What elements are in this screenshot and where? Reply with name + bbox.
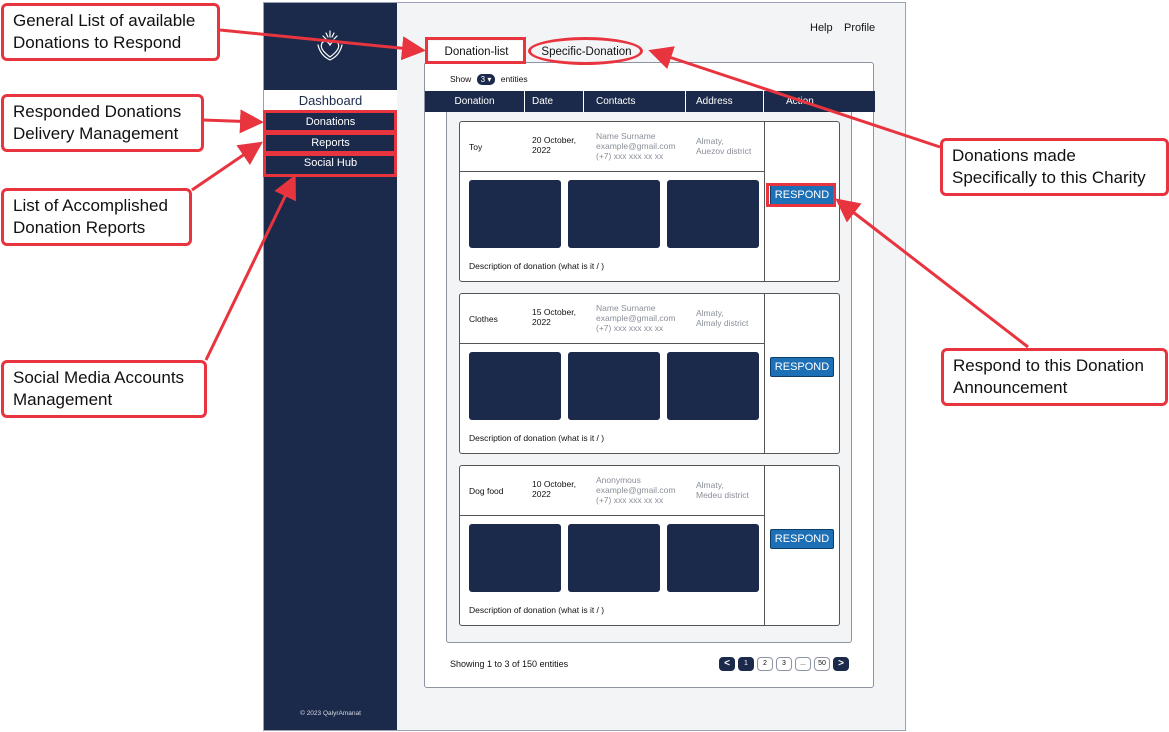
column-header-address: Address	[686, 91, 764, 112]
showing-entities-text: Showing 1 to 3 of 150 entities	[450, 659, 569, 669]
respond-button[interactable]: RESPOND	[770, 357, 834, 377]
card-divider	[764, 122, 765, 281]
pagination-page-2[interactable]: 2	[757, 657, 773, 671]
show-label: Show	[450, 74, 472, 84]
sidebar-item-reports[interactable]: Reports	[264, 133, 397, 153]
profile-link[interactable]: Profile	[844, 22, 875, 34]
table-row: Dog food 10 October, 2022 Anonymous exampl…	[459, 465, 840, 626]
table-row: Clothes 15 October, 2022 Name Surname exam…	[459, 293, 840, 454]
copyright-text: © 2023 QalyrAmanat	[300, 710, 361, 717]
tab-donation-list[interactable]: Donation-list	[430, 41, 523, 63]
sidebar: Dashboard Donations Reports Social Hub ©…	[264, 3, 397, 730]
donation-name: Clothes	[469, 314, 498, 324]
annotation-respond: Respond to this Donation Announcement	[941, 348, 1168, 406]
entities-selector-row: Show 3 ▾ entities	[450, 74, 528, 86]
donation-photo[interactable]	[667, 352, 759, 420]
annotation-specific-donation: Donations made Specifically to this Chari…	[940, 138, 1169, 196]
donations-panel: Show 3 ▾ entities Donation Date Contacts…	[424, 62, 875, 688]
donation-photo[interactable]	[568, 524, 660, 592]
donation-address: Almaty, Almaly district	[696, 308, 749, 328]
sidebar-dashboard[interactable]: Dashboard	[264, 90, 397, 111]
annotation-reports: List of Accomplished Donation Reports	[1, 188, 192, 246]
donation-photo[interactable]	[568, 352, 660, 420]
donation-date: 10 October, 2022	[532, 479, 576, 499]
donation-date: 15 October, 2022	[532, 307, 576, 327]
donation-description: Description of donation (what is it / )	[469, 261, 605, 271]
pagination-prev-button[interactable]: <	[719, 657, 735, 671]
column-header-action: Action	[786, 96, 814, 107]
donation-photo[interactable]	[667, 524, 759, 592]
pagination-ellipsis: ...	[795, 657, 811, 671]
pagination-page-3[interactable]: 3	[776, 657, 792, 671]
respond-button[interactable]: RESPOND	[770, 185, 834, 205]
column-header-contacts: Contacts	[584, 91, 686, 112]
charity-logo-icon	[317, 30, 343, 61]
tab-specific-donation[interactable]: Specific-Donation	[534, 41, 639, 63]
annotation-social-hub: Social Media Accounts Management	[1, 360, 207, 418]
column-header-donation: Donation	[425, 91, 525, 112]
pagination-page-50[interactable]: 50	[814, 657, 830, 671]
column-header-date: Date	[525, 91, 584, 112]
donation-photo[interactable]	[469, 180, 561, 248]
table-row: Toy 20 October, 2022 Name Surname example@…	[459, 121, 840, 282]
donation-name: Dog food	[469, 486, 504, 496]
help-link[interactable]: Help	[810, 22, 833, 34]
donation-address: Almaty, Medeu district	[696, 480, 749, 500]
main-content: Help Profile Donation-list Specific-Dona…	[397, 3, 905, 730]
table-header: Donation Date Contacts Address Action	[425, 91, 875, 112]
donation-description: Description of donation (what is it / )	[469, 605, 605, 615]
entities-label: entities	[500, 74, 528, 84]
sidebar-item-social-hub[interactable]: Social Hub	[264, 153, 397, 173]
donations-list: Toy 20 October, 2022 Name Surname example@…	[446, 112, 852, 643]
card-divider	[764, 294, 765, 453]
pagination-page-1[interactable]: 1	[738, 657, 754, 671]
entities-select[interactable]: 3 ▾	[476, 74, 496, 86]
annotation-donation-list: General List of available Donations to Re…	[1, 3, 220, 61]
entities-value: 3	[480, 75, 486, 85]
donation-description: Description of donation (what is it / )	[469, 433, 605, 443]
donor-contact: Name Surname example@gmail.com (+7) xxx xx…	[596, 131, 676, 161]
donation-photo[interactable]	[469, 352, 561, 420]
card-divider	[764, 466, 765, 625]
donation-photo[interactable]	[469, 524, 561, 592]
donor-contact: Name Surname example@gmail.com (+7) xxx xx…	[596, 303, 676, 333]
pagination-next-button[interactable]: >	[833, 657, 849, 671]
donation-photo[interactable]	[667, 180, 759, 248]
respond-button[interactable]: RESPOND	[770, 529, 834, 549]
card-divider	[460, 343, 765, 344]
pagination: < 1 2 3 ... 50 >	[719, 657, 849, 671]
app-window: Dashboard Donations Reports Social Hub ©…	[263, 2, 906, 731]
sidebar-item-donations[interactable]: Donations	[264, 112, 397, 132]
annotation-donations: Responded Donations Delivery Management	[1, 94, 204, 152]
donation-date: 20 October, 2022	[532, 135, 576, 155]
donor-contact: Anonymous example@gmail.com (+7) xxx xxx x…	[596, 475, 676, 505]
chevron-down-icon: ▾	[487, 75, 492, 85]
donation-photo[interactable]	[568, 180, 660, 248]
donation-address: Almaty, Auezov district	[696, 136, 752, 156]
card-divider	[460, 171, 765, 172]
donation-name: Toy	[469, 142, 483, 152]
card-divider	[460, 515, 765, 516]
